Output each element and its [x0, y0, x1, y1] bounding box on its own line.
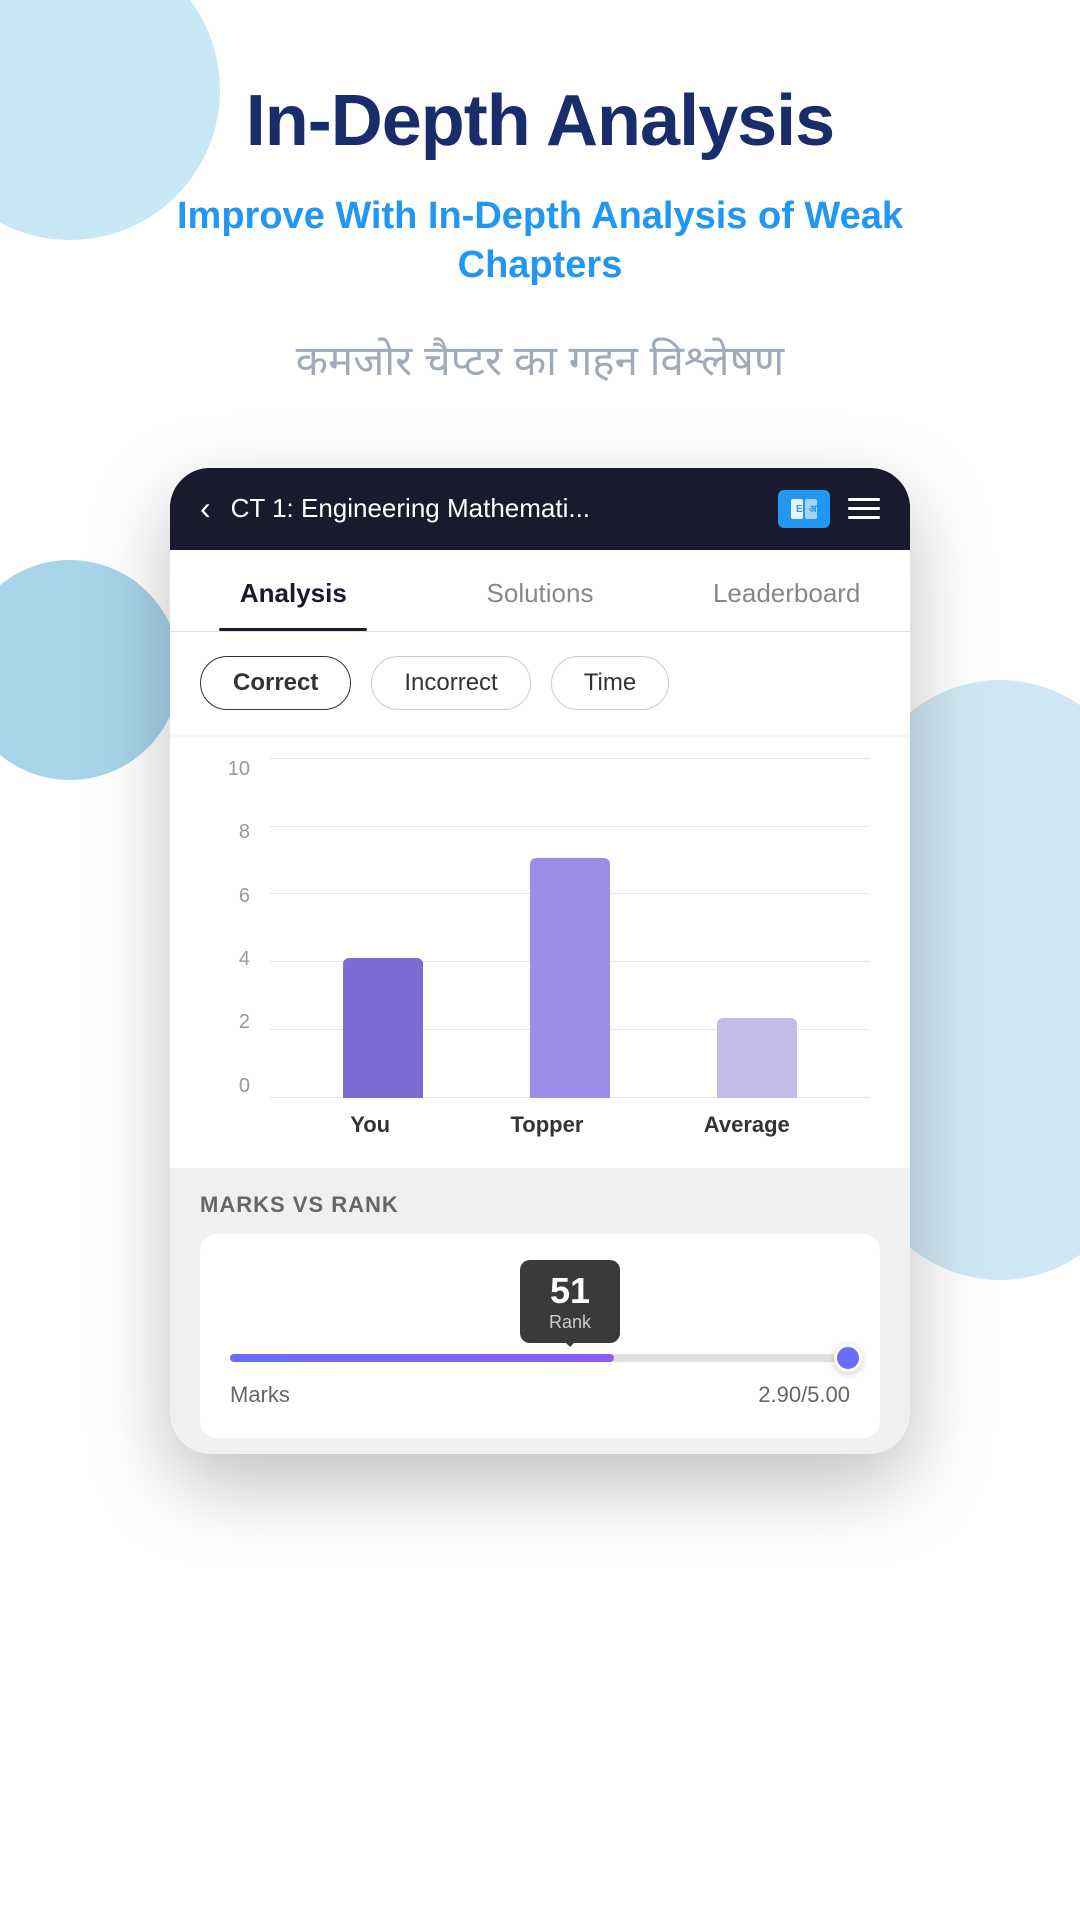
back-button[interactable]: ‹ [200, 490, 211, 527]
tab-leaderboard[interactable]: Leaderboard [663, 550, 910, 631]
y-label-10: 10 [210, 758, 250, 781]
slider-track [230, 1354, 850, 1362]
tabs-container: Analysis Solutions Leaderboard [170, 550, 910, 632]
y-label-4: 4 [210, 948, 250, 971]
rank-tooltip: 51 Rank [520, 1260, 620, 1343]
bar-topper [530, 858, 610, 1098]
filter-correct[interactable]: Correct [200, 656, 351, 710]
marks-row: Marks 2.90/5.00 [230, 1382, 850, 1408]
phone-header: ‹ CT 1: Engineering Mathemati... E अ [170, 468, 910, 550]
svg-text:E: E [796, 504, 803, 515]
filter-container: Correct Incorrect Time [170, 632, 910, 734]
bar-you [343, 958, 423, 1098]
rank-number: 51 [540, 1270, 600, 1312]
marks-rank-title: MARKS VS RANK [200, 1192, 880, 1218]
x-label-you: You [350, 1112, 390, 1138]
y-label-6: 6 [210, 885, 250, 908]
filter-incorrect[interactable]: Incorrect [371, 656, 530, 710]
bars-row [270, 758, 870, 1098]
tab-analysis[interactable]: Analysis [170, 550, 417, 631]
phone-mockup: ‹ CT 1: Engineering Mathemati... E अ [170, 468, 910, 1454]
bar-group-topper [530, 858, 610, 1098]
bar-group-you [343, 958, 423, 1098]
header-icons: E अ [778, 490, 880, 528]
page-title: In-Depth Analysis [246, 80, 834, 162]
y-axis: 10 8 6 4 2 0 [210, 758, 250, 1138]
marks-label: Marks [230, 1382, 290, 1408]
bar-group-average [717, 1018, 797, 1098]
x-label-average: Average [704, 1112, 790, 1138]
slider-thumb [834, 1344, 862, 1372]
x-axis-labels: You Topper Average [270, 1112, 870, 1138]
book-icon[interactable]: E अ [778, 490, 830, 528]
page-subtitle: Improve With In-Depth Analysis of Weak C… [150, 192, 930, 291]
chart-section: 10 8 6 4 2 0 [170, 738, 910, 1168]
slider-container[interactable] [230, 1354, 850, 1362]
hindi-subtitle: कमजोर चैप्टर का गहन विश्लेषण [296, 331, 784, 388]
menu-button[interactable] [848, 498, 880, 519]
tab-solutions[interactable]: Solutions [417, 550, 664, 631]
y-label-8: 8 [210, 821, 250, 844]
rank-label: Rank [540, 1312, 600, 1333]
chart-area: 10 8 6 4 2 0 [210, 758, 870, 1138]
bar-average [717, 1018, 797, 1098]
y-label-0: 0 [210, 1075, 250, 1098]
phone-body: Analysis Solutions Leaderboard Correct I… [170, 550, 910, 1454]
marks-rank-section: MARKS VS RANK 51 Rank Ma [170, 1168, 910, 1454]
y-label-2: 2 [210, 1011, 250, 1034]
marks-value: 2.90/5.00 [758, 1382, 850, 1408]
slider-fill [230, 1354, 614, 1362]
header-title: CT 1: Engineering Mathemati... [231, 493, 758, 524]
rank-card: 51 Rank Marks 2.90/5.00 [200, 1234, 880, 1438]
chart-grid-bars: You Topper Average [270, 758, 870, 1138]
x-label-topper: Topper [510, 1112, 583, 1138]
filter-time[interactable]: Time [551, 656, 669, 710]
